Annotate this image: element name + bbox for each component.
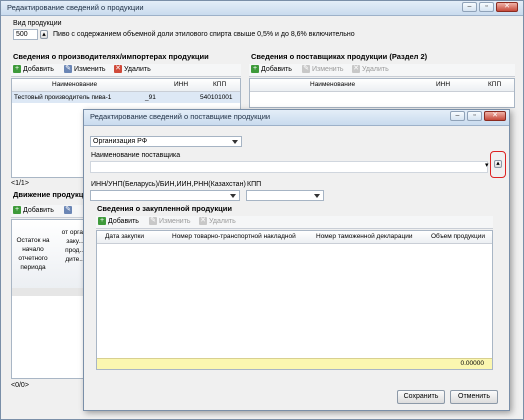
main-title: Редактирование сведений о продукции bbox=[7, 3, 144, 12]
product-type-label: Вид продукции bbox=[13, 20, 62, 27]
producers-delete-button[interactable]: ✕ Удалить bbox=[114, 65, 151, 73]
chevron-down-icon bbox=[314, 193, 320, 198]
table-row[interactable]: Тестовый производитель пива-1 _91 540101… bbox=[12, 92, 240, 103]
chevron-down-icon bbox=[230, 193, 236, 198]
purchase-add-button[interactable]: + Добавить bbox=[98, 217, 139, 225]
suppliers-toolbar: + Добавить ✎ Изменить ✕ Удалить bbox=[249, 64, 515, 77]
delete-icon: ✕ bbox=[114, 65, 122, 73]
producers-add-button[interactable]: + Добавить bbox=[13, 65, 54, 73]
col-inn: ИНН bbox=[436, 81, 451, 88]
dialog-titlebar: Редактирование сведений о поставщике про… bbox=[84, 110, 509, 126]
inn-label: ИНН/УНП(Беларусь)/БИН,ИИН,РНН(Казахстан) bbox=[91, 181, 246, 188]
purchase-section-title: Сведения о закупленной продукции bbox=[97, 204, 232, 213]
movement-edit-button[interactable]: ✎ bbox=[64, 206, 72, 214]
col-kpp: КПП bbox=[488, 81, 502, 88]
save-button[interactable]: Сохранить bbox=[397, 390, 445, 404]
inn-field[interactable] bbox=[90, 190, 240, 201]
supplier-name-dropdown-icon[interactable]: ▾ bbox=[485, 161, 489, 169]
edit-icon: ✎ bbox=[64, 65, 72, 73]
movement-add-button[interactable]: + Добавить bbox=[13, 206, 54, 214]
close-button[interactable]: ✕ bbox=[496, 2, 518, 12]
org-type-select[interactable]: Организация РФ bbox=[90, 136, 242, 147]
supplier-name-field[interactable] bbox=[90, 161, 488, 173]
add-icon: + bbox=[251, 65, 259, 73]
col-product-volume: Объем продукции bbox=[431, 233, 485, 240]
producer-kpp: 540101001 bbox=[200, 94, 233, 101]
maximize-button[interactable]: ▫ bbox=[479, 2, 494, 12]
delete-icon: ✕ bbox=[352, 65, 360, 73]
col-inn: ИНН bbox=[174, 81, 189, 88]
movement-table: Остаток на начало отчетного периода от о… bbox=[11, 219, 91, 379]
delete-icon: ✕ bbox=[199, 217, 207, 225]
main-titlebar: Редактирование сведений о продукции – ▫ … bbox=[1, 1, 523, 16]
minimize-button[interactable]: – bbox=[462, 2, 477, 12]
col-customs-declaration: Номер таможенной декларации bbox=[316, 233, 413, 240]
producers-edit-button[interactable]: ✎ Изменить bbox=[64, 65, 106, 73]
col-opening-balance: Остаток на начало отчетного периода bbox=[16, 237, 50, 271]
producers-toolbar: + Добавить ✎ Изменить ✕ Удалить bbox=[11, 64, 241, 77]
producers-section-title: Сведения о производителях/импортерах про… bbox=[13, 52, 209, 61]
kpp-label: КПП bbox=[247, 181, 262, 188]
dialog-title: Редактирование сведений о поставщике про… bbox=[90, 112, 271, 121]
supplier-dialog: Редактирование сведений о поставщике про… bbox=[83, 109, 510, 411]
purchase-delete-button[interactable]: ✕ Удалить bbox=[199, 217, 236, 225]
suppliers-table-header: Наименование ИНН КПП bbox=[250, 79, 514, 92]
producer-inn: _91 bbox=[145, 94, 156, 101]
supplier-name-label: Наименование поставщика bbox=[91, 152, 181, 159]
col-kpp: КПП bbox=[213, 81, 227, 88]
suppliers-edit-button[interactable]: ✎ Изменить bbox=[302, 65, 344, 73]
cancel-button[interactable]: Отменить bbox=[450, 390, 498, 404]
edit-icon: ✎ bbox=[64, 206, 72, 214]
movement-header: Остаток на начало отчетного периода от о… bbox=[12, 220, 90, 289]
supplier-select-button[interactable]: ▴ bbox=[494, 160, 502, 168]
product-type-select-button[interactable]: ▴ bbox=[40, 30, 48, 39]
supplier-select-highlight: ▴ bbox=[490, 151, 506, 178]
edit-icon: ✎ bbox=[149, 217, 157, 225]
col-purchase-date: Дата закупки bbox=[105, 233, 144, 240]
purchase-toolbar: + Добавить ✎ Изменить ✕ Удалить bbox=[96, 216, 493, 229]
add-icon: + bbox=[98, 217, 106, 225]
kpp-field[interactable] bbox=[246, 190, 324, 201]
producers-pager: <1/1> bbox=[11, 180, 29, 187]
purchase-total-row: 0.00000 bbox=[97, 358, 492, 369]
purchase-table: Дата закупки Номер товарно-транспортной … bbox=[96, 230, 493, 370]
total-volume: 0.00000 bbox=[460, 360, 485, 367]
suppliers-delete-button[interactable]: ✕ Удалить bbox=[352, 65, 389, 73]
movement-pager: <0/0> bbox=[11, 382, 29, 389]
col-name: Наименование bbox=[52, 81, 98, 88]
edit-icon: ✎ bbox=[302, 65, 310, 73]
suppliers-section-title: Сведения о поставщиках продукции (Раздел… bbox=[251, 52, 428, 61]
add-icon: + bbox=[13, 65, 21, 73]
dialog-maximize-button[interactable]: ▫ bbox=[467, 111, 482, 121]
col-name: Наименование bbox=[310, 81, 356, 88]
add-icon: + bbox=[13, 206, 21, 214]
movement-row bbox=[12, 288, 90, 296]
producers-table-header: Наименование ИНН КПП bbox=[12, 79, 240, 92]
movement-toolbar: + Добавить ✎ bbox=[11, 205, 91, 218]
dialog-close-button[interactable]: ✕ bbox=[484, 111, 506, 121]
product-type-code-field[interactable]: 500 bbox=[13, 29, 38, 40]
movement-section-title: Движение продукции bbox=[13, 190, 93, 199]
suppliers-table: Наименование ИНН КПП bbox=[249, 78, 515, 108]
purchase-edit-button[interactable]: ✎ Изменить bbox=[149, 217, 191, 225]
product-type-description: Пиво с содержанием объемной доли этилово… bbox=[53, 31, 355, 38]
suppliers-add-button[interactable]: + Добавить bbox=[251, 65, 292, 73]
producer-name: Тестовый производитель пива-1 bbox=[14, 94, 112, 101]
purchase-table-header: Дата закупки Номер товарно-транспортной … bbox=[97, 231, 492, 244]
chevron-down-icon bbox=[232, 139, 238, 144]
dialog-minimize-button[interactable]: – bbox=[450, 111, 465, 121]
col-waybill-number: Номер товарно-транспортной накладной bbox=[172, 233, 296, 240]
